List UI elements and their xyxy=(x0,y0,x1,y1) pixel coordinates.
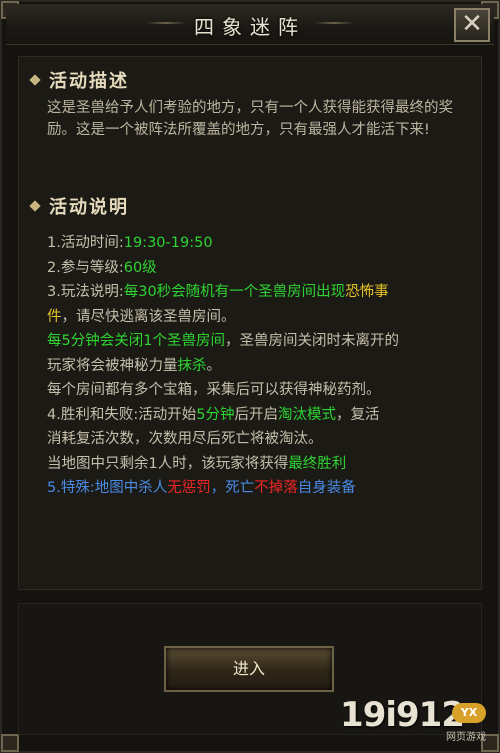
watermark-badge: YX xyxy=(452,703,486,723)
rule-text-segment: 恐怖事 xyxy=(345,284,389,300)
section-header-rules: 活动说明 xyxy=(29,193,129,219)
section-header-description: 活动描述 xyxy=(29,67,129,93)
rule-line: 当地图中只剩余1人时，该玩家将获得最终胜利 xyxy=(47,452,477,477)
rule-text-segment: 后开启 xyxy=(234,406,278,423)
rule-text-segment: 60级 xyxy=(123,259,157,276)
rule-text-segment: 每个房间都有多个宝箱，采集后可以获得神秘药剂。 xyxy=(47,382,381,398)
title-decoration xyxy=(314,22,354,24)
rule-text-segment: 3.玩法说明: xyxy=(47,284,124,300)
rule-text-segment: 1.活动时间: xyxy=(47,235,124,251)
rule-text-segment: 5.特殊:地图中杀人 xyxy=(47,480,168,496)
rule-text-segment: ，圣兽房间关闭时未离开的 xyxy=(224,333,399,349)
window-title: 四象迷阵 xyxy=(194,15,306,39)
rule-text-segment: 2.参与等级: xyxy=(47,259,124,276)
close-button[interactable]: ✕ xyxy=(454,8,490,42)
section-header-label: 活动描述 xyxy=(49,71,129,92)
rule-text-segment: 抹杀 xyxy=(177,357,207,374)
rule-text-segment: ，复活 xyxy=(335,406,380,423)
section-header-label: 活动说明 xyxy=(49,197,129,218)
rule-line: 每个房间都有多个宝箱，采集后可以获得神秘药剂。 xyxy=(47,378,477,403)
rule-line: 消耗复活次数，次数用尽后死亡将被淘汰。 xyxy=(47,427,477,452)
rule-text-segment: 自身装备 xyxy=(297,480,356,496)
rules-list: 1.活动时间:19:30-19:50 2.参与等级:60级 3.玩法说明:每30秒会… xyxy=(47,231,477,501)
enter-button[interactable]: 进入 xyxy=(164,646,334,692)
rule-text-segment: 件 xyxy=(47,308,62,325)
rule-text-segment: 淘汰模式 xyxy=(277,406,336,423)
rule-text-segment: 消耗复活次数，次数用尽后死亡将被淘汰。 xyxy=(47,431,323,447)
rule-line: 2.参与等级:60级 xyxy=(47,256,477,281)
rule-text-segment: 。 xyxy=(206,357,222,374)
rule-text-segment: 每5分钟会关闭1个圣兽房间 xyxy=(47,333,225,349)
rule-text-segment: 玩家将会被神秘力量 xyxy=(47,357,178,374)
title-bar: 四象迷阵 ✕ xyxy=(6,4,494,45)
rule-text-segment: 最终胜利 xyxy=(288,455,347,472)
rule-text-segment: 当地图中只剩余1人时，该玩家将获得 xyxy=(47,455,289,472)
frame-corner-ornament xyxy=(1,734,19,752)
rule-text-segment: 无惩罚 xyxy=(167,480,211,496)
rule-line: 5.特殊:地图中杀人无惩罚，死亡不掉落自身装备 xyxy=(47,476,477,501)
rule-line: 玩家将会被神秘力量抹杀。 xyxy=(47,354,477,379)
rule-line: 1.活动时间:19:30-19:50 xyxy=(47,231,477,256)
rule-text-segment: ，死亡 xyxy=(210,480,255,496)
description-text: 这是圣兽给予人们考验的地方，只有一个人获得能获得最终的奖励。这是一个被阵法所覆盖… xyxy=(47,100,453,138)
close-icon: ✕ xyxy=(461,9,483,39)
rule-line: 每5分钟会关闭1个圣兽房间，圣兽房间关闭时未离开的 xyxy=(47,329,477,354)
watermark-subtitle: 网页游戏 xyxy=(446,732,486,743)
rule-text-segment: 4.胜利和失败:活动开始 xyxy=(47,406,197,423)
rule-text-segment: 每30秒会随机有一个圣兽房间出现 xyxy=(123,284,346,300)
content-panel: 活动描述 这是圣兽给予人们考验的地方，只有一个人获得能获得最终的奖励。这是一个被… xyxy=(18,56,482,590)
diamond-bullet-icon xyxy=(29,74,41,86)
rule-text-segment: 5分钟 xyxy=(196,406,235,423)
rule-line: 3.玩法说明:每30秒会随机有一个圣兽房间出现恐怖事 xyxy=(47,280,477,305)
rule-line: 件，请尽快逃离该圣兽房间。 xyxy=(47,305,477,330)
diamond-bullet-icon xyxy=(29,200,41,212)
rule-text-segment: 19:30-19:50 xyxy=(123,235,213,251)
rule-line: 4.胜利和失败:活动开始5分钟后开启淘汰模式，复活 xyxy=(47,403,477,428)
rule-text-segment: ，请尽快逃离该圣兽房间。 xyxy=(61,308,236,325)
rule-text-segment: 不掉落 xyxy=(254,480,298,496)
